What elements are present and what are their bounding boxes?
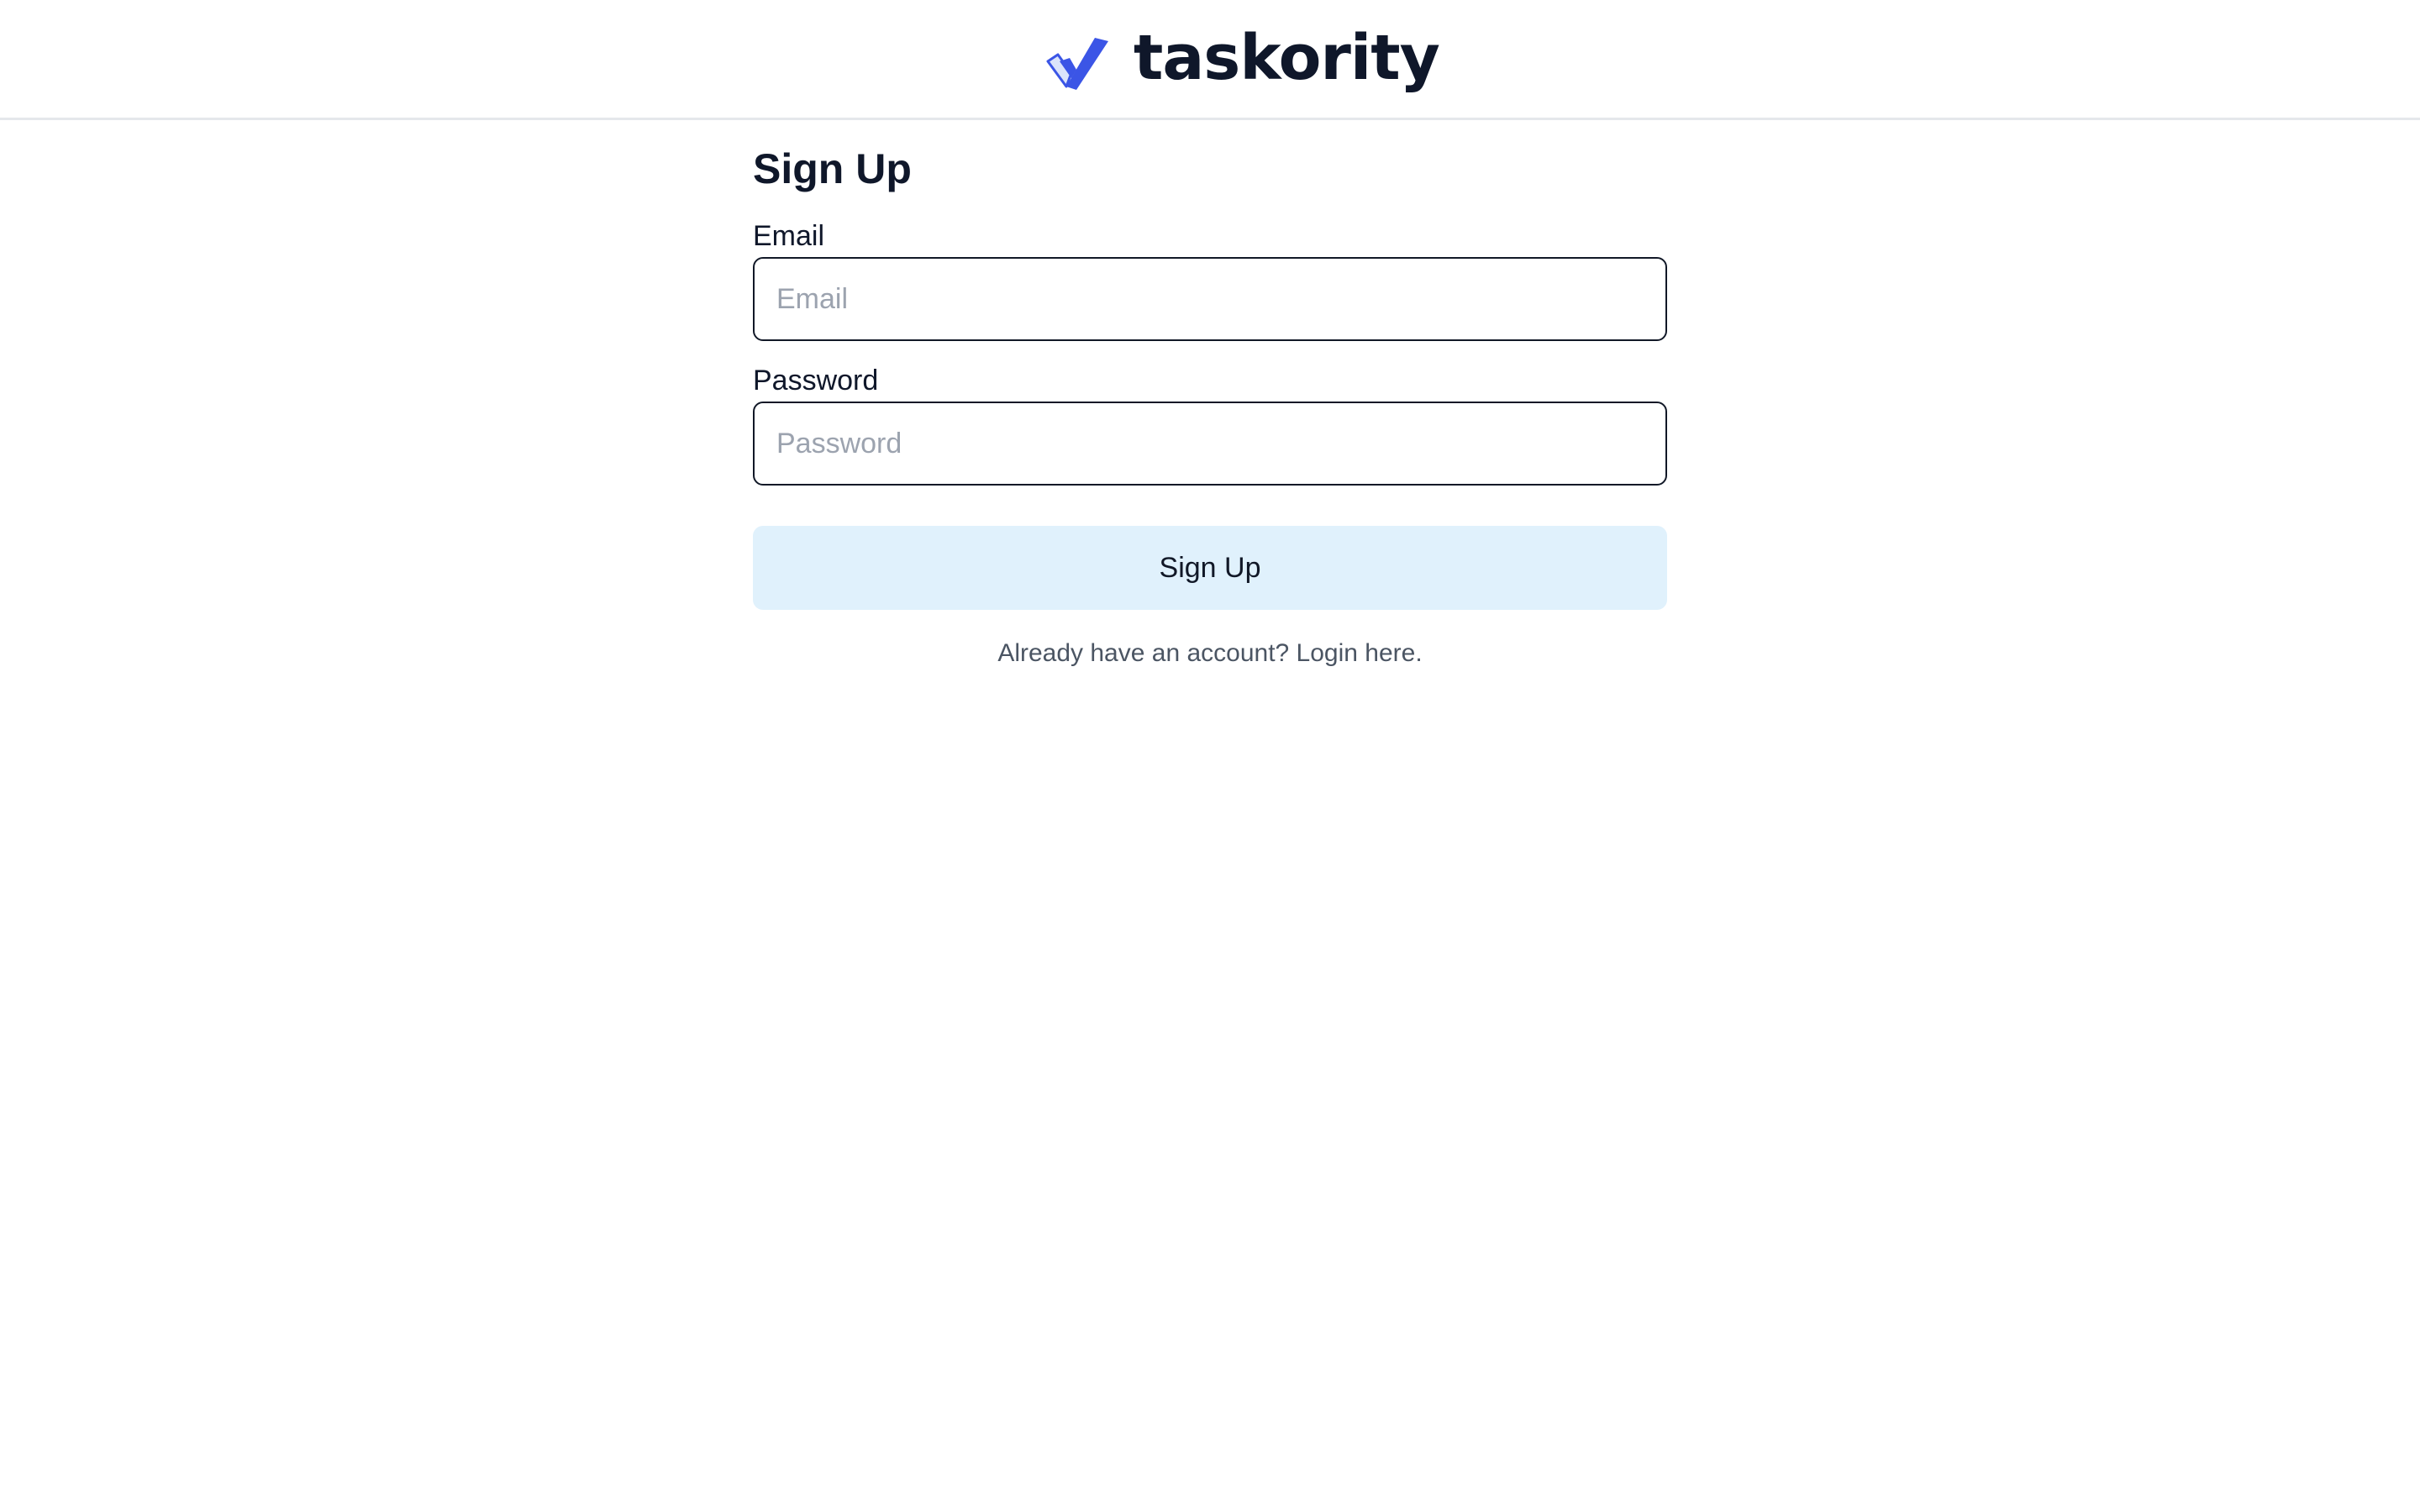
sign-up-button[interactable]: Sign Up: [753, 526, 1667, 610]
email-label: Email: [753, 220, 825, 252]
brand-link[interactable]: taskority: [1046, 22, 1440, 99]
page-title: Sign Up: [753, 145, 912, 192]
password-label: Password: [753, 365, 879, 396]
check-icon: [1046, 38, 1108, 90]
brand-name: taskority: [1134, 22, 1440, 94]
login-link[interactable]: Already have an account? Login here.: [753, 638, 1667, 669]
email-field[interactable]: [753, 257, 1667, 341]
site-header: taskority: [0, 0, 2420, 120]
password-field[interactable]: [753, 402, 1667, 486]
